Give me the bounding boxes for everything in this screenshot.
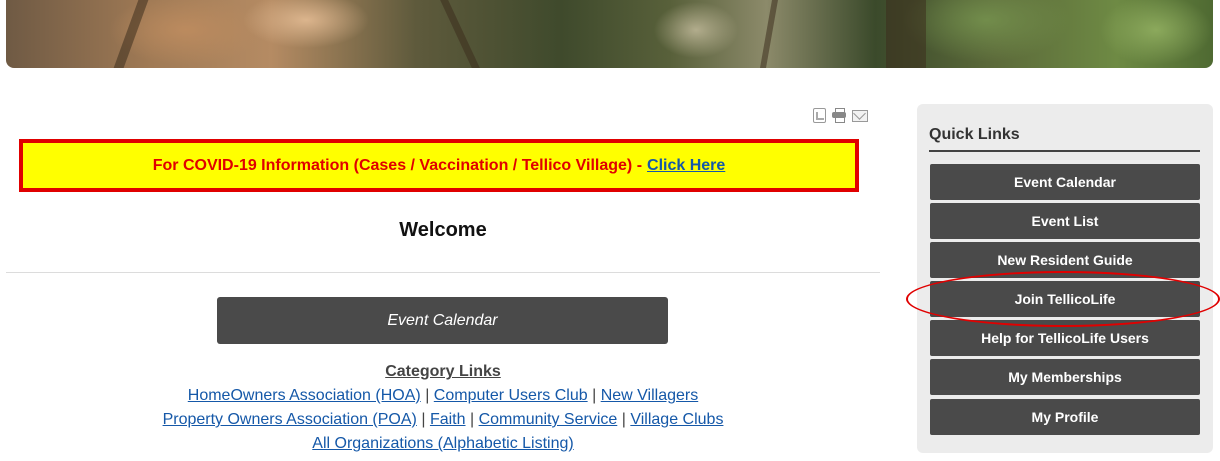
category-row-1: HomeOwners Association (HOA) | Computer … bbox=[6, 384, 880, 408]
quick-links-title: Quick Links bbox=[929, 126, 1020, 143]
separator: | bbox=[421, 411, 426, 428]
print-tools bbox=[813, 108, 868, 123]
category-links-title: Category Links bbox=[385, 363, 501, 380]
category-row-2: Property Owners Association (POA) | Fait… bbox=[6, 408, 880, 432]
printer-icon[interactable] bbox=[832, 108, 846, 123]
welcome-heading: Welcome bbox=[399, 219, 487, 241]
link-village-clubs[interactable]: Village Clubs bbox=[630, 411, 723, 428]
link-poa[interactable]: Property Owners Association (POA) bbox=[163, 411, 417, 428]
link-community-service[interactable]: Community Service bbox=[479, 411, 618, 428]
link-all-organizations[interactable]: All Organizations (Alphabetic Listing) bbox=[312, 435, 573, 452]
header-banner-image bbox=[6, 0, 1213, 68]
separator: | bbox=[469, 411, 475, 428]
quick-links-underline bbox=[929, 150, 1200, 152]
category-row-3: All Organizations (Alphabetic Listing) bbox=[6, 432, 880, 456]
separator: | bbox=[425, 387, 430, 404]
quick-link-join-tellicolife[interactable]: Join TellicoLife bbox=[930, 281, 1200, 317]
quick-link-new-resident-guide[interactable]: New Resident Guide bbox=[930, 242, 1200, 278]
quick-link-event-calendar[interactable]: Event Calendar bbox=[930, 164, 1200, 200]
covid-alert-banner: For COVID-19 Information (Cases / Vaccin… bbox=[19, 139, 859, 192]
category-links: Category Links HomeOwners Association (H… bbox=[6, 360, 880, 456]
quick-link-help-tellicolife-users[interactable]: Help for TellicoLife Users bbox=[930, 320, 1200, 356]
quick-links-sidebar: Quick Links Event Calendar Event List Ne… bbox=[917, 104, 1213, 453]
separator: | bbox=[621, 411, 626, 428]
separator: | bbox=[592, 387, 597, 404]
quick-link-my-profile[interactable]: My Profile bbox=[930, 399, 1200, 435]
quick-link-event-list[interactable]: Event List bbox=[930, 203, 1200, 239]
covid-alert-text: For COVID-19 Information (Cases / Vaccin… bbox=[152, 156, 643, 174]
email-icon[interactable] bbox=[852, 110, 868, 122]
quick-link-my-memberships[interactable]: My Memberships bbox=[930, 359, 1200, 395]
link-faith[interactable]: Faith bbox=[430, 411, 466, 428]
link-new-villagers[interactable]: New Villagers bbox=[601, 387, 699, 404]
divider bbox=[6, 272, 880, 273]
link-computer-users-club[interactable]: Computer Users Club bbox=[434, 387, 588, 404]
link-hoa[interactable]: HomeOwners Association (HOA) bbox=[188, 387, 421, 404]
event-calendar-button[interactable]: Event Calendar bbox=[217, 297, 668, 344]
pdf-icon[interactable] bbox=[813, 108, 826, 123]
covid-click-here-link[interactable]: Click Here bbox=[647, 157, 725, 175]
